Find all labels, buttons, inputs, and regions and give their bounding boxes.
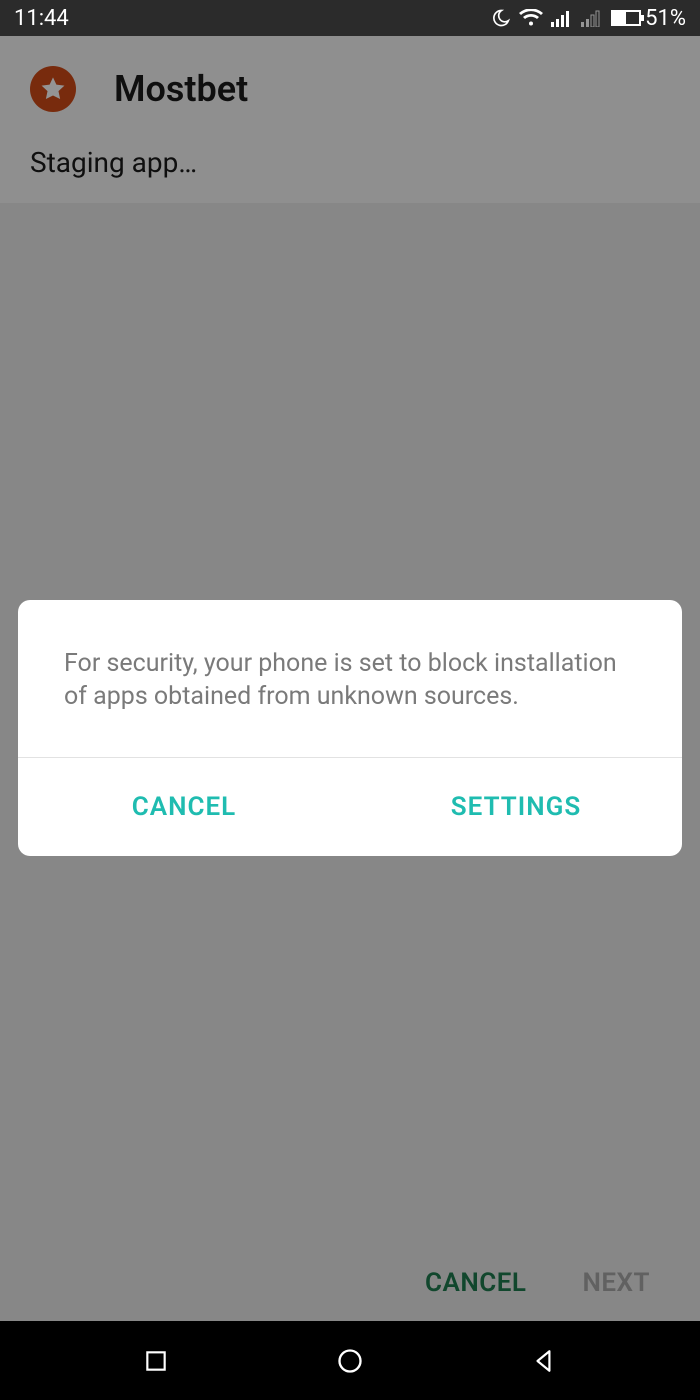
- battery-percent: 51%: [645, 6, 686, 31]
- navigation-bar: [0, 1321, 700, 1400]
- recents-icon[interactable]: [143, 1348, 169, 1374]
- dialog-actions: CANCEL SETTINGS: [18, 758, 682, 856]
- moon-icon: [491, 8, 511, 28]
- status-bar: 11:44 51%: [0, 0, 700, 36]
- security-dialog: For security, your phone is set to block…: [18, 600, 682, 856]
- status-time: 11:44: [14, 6, 69, 31]
- signal-icon-1: [551, 9, 573, 27]
- home-icon[interactable]: [336, 1347, 364, 1375]
- back-icon[interactable]: [531, 1348, 557, 1374]
- dialog-cancel-button[interactable]: CANCEL: [18, 758, 350, 856]
- wifi-icon: [519, 9, 543, 27]
- dialog-settings-button[interactable]: SETTINGS: [350, 758, 682, 856]
- status-icons: 51%: [491, 6, 686, 31]
- installer-screen: Mostbet Staging app… CANCEL NEXT For sec…: [0, 36, 700, 1321]
- signal-icon-2: [581, 9, 603, 27]
- dialog-message: For security, your phone is set to block…: [18, 600, 682, 757]
- battery-indicator: 51%: [611, 6, 686, 31]
